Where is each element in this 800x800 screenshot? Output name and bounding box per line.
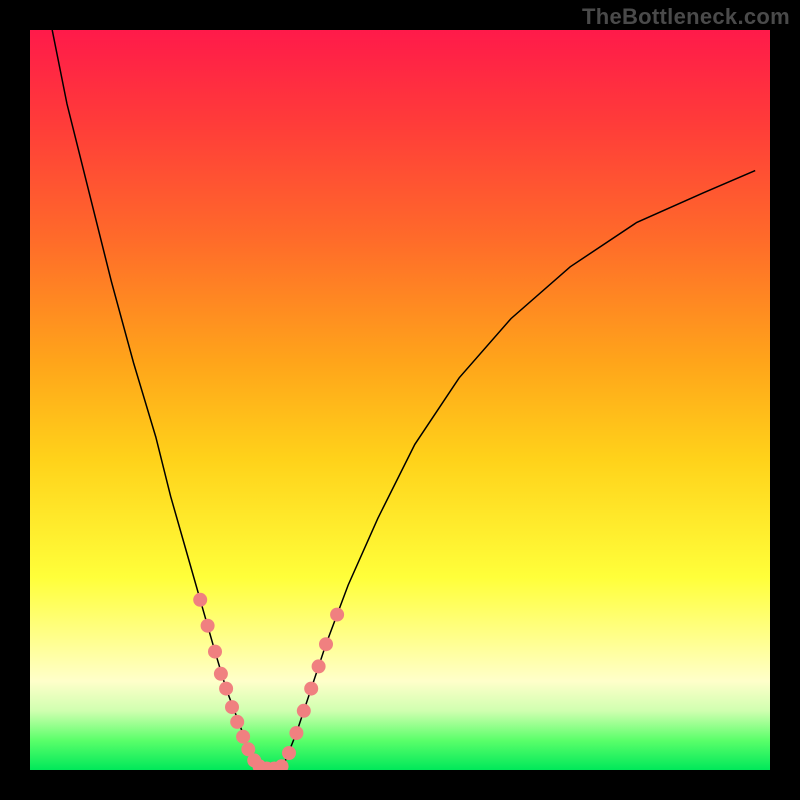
data-marker (330, 608, 344, 622)
data-marker (312, 659, 326, 673)
data-marker (236, 730, 250, 744)
data-marker (193, 593, 207, 607)
data-marker (214, 667, 228, 681)
chart-plot-area (30, 30, 770, 770)
watermark-text: TheBottleneck.com (582, 4, 790, 30)
data-marker (219, 682, 233, 696)
data-marker (297, 704, 311, 718)
data-marker (289, 726, 303, 740)
chart-svg (30, 30, 770, 770)
data-marker (319, 637, 333, 651)
data-marker (201, 619, 215, 633)
data-marker (208, 645, 222, 659)
data-marker (230, 715, 244, 729)
right-bottleneck-curve (282, 171, 756, 770)
data-markers-group (193, 593, 344, 770)
left-bottleneck-curve (52, 30, 259, 770)
data-marker (304, 682, 318, 696)
data-marker (282, 746, 296, 760)
data-marker (225, 700, 239, 714)
data-marker (275, 759, 289, 770)
